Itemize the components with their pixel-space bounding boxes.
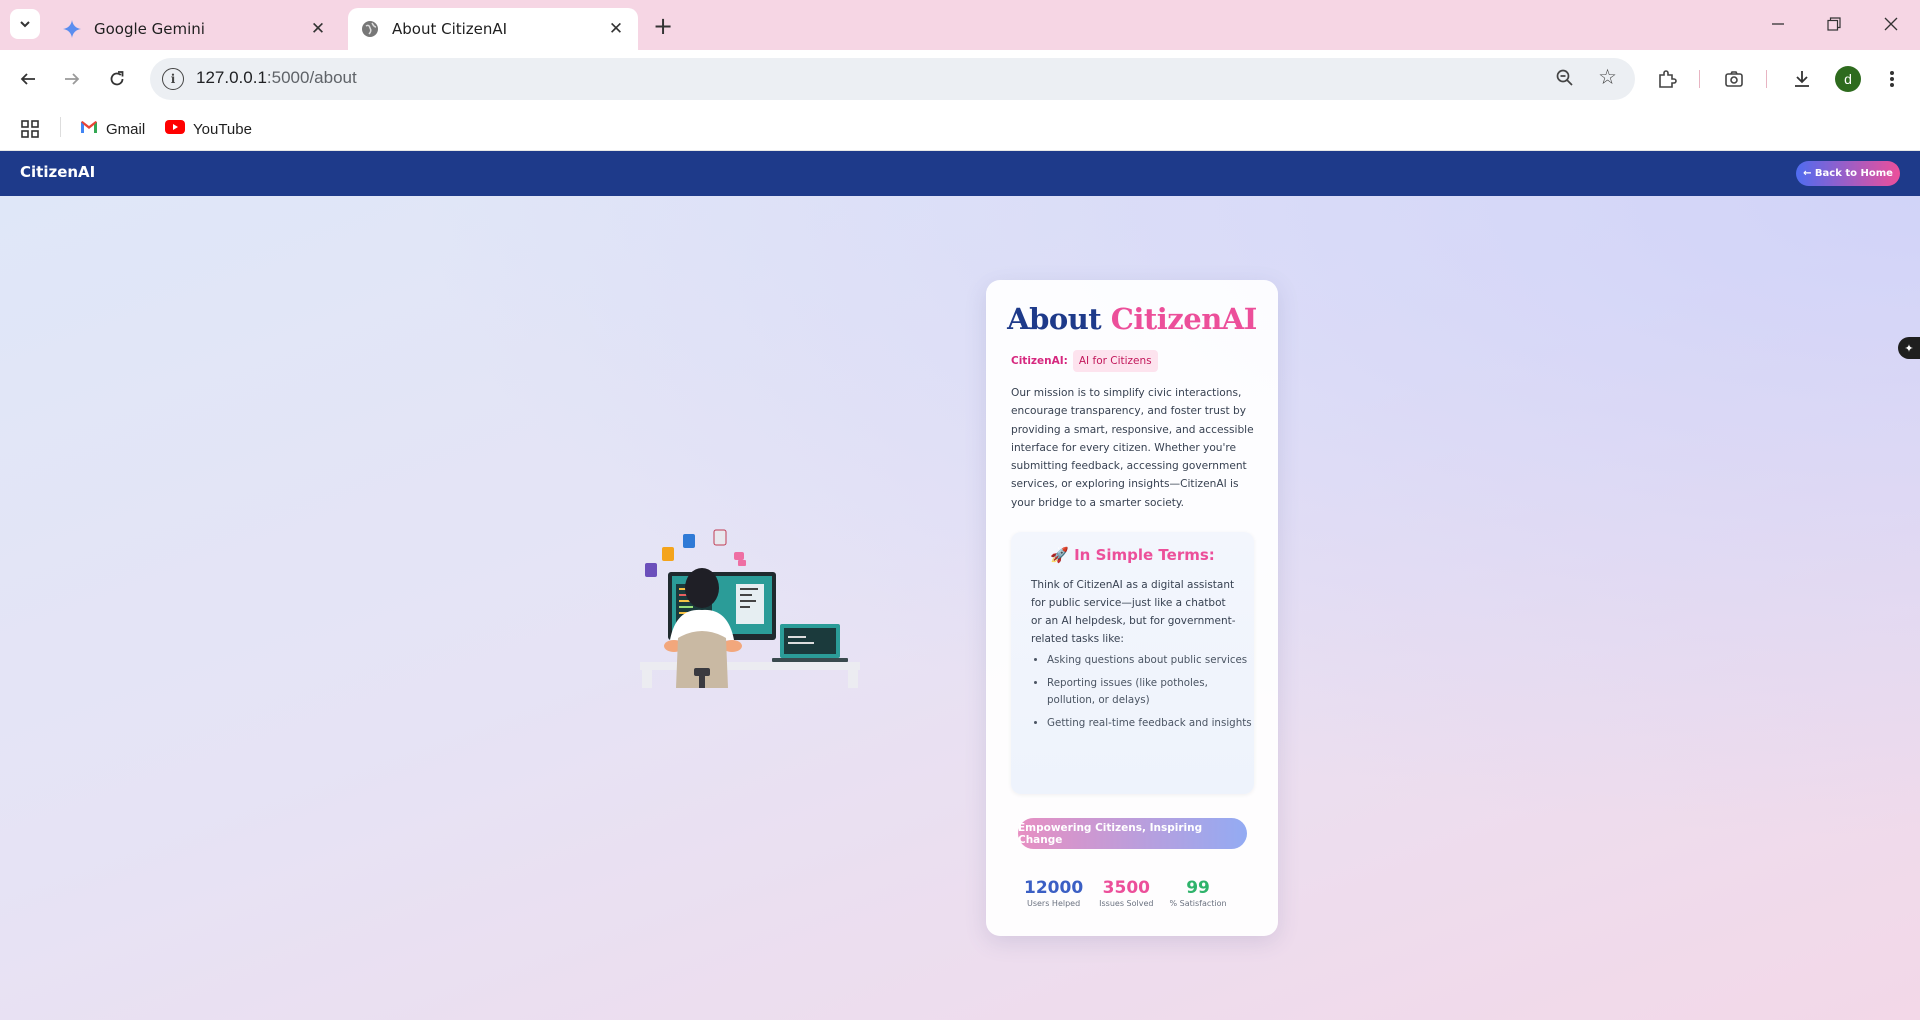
sparkle-icon[interactable]: ✦ — [1898, 337, 1920, 359]
tag-chip: AI for Citizens — [1072, 350, 1158, 372]
toolbar-separator — [1766, 70, 1767, 88]
stat-label: Issues Solved — [1099, 899, 1154, 908]
close-window-icon[interactable] — [1876, 12, 1906, 36]
tab-title: Google Gemini — [94, 20, 205, 38]
tab-google-gemini[interactable]: Google Gemini ✕ — [50, 8, 340, 50]
tag-row: CitizenAI: AI for Citizens — [1011, 350, 1158, 372]
download-icon[interactable] — [1786, 63, 1818, 95]
list-item: Getting real-time feedback and insights — [1047, 715, 1257, 732]
developer-illustration — [640, 528, 860, 688]
restore-icon[interactable] — [1819, 12, 1849, 36]
list-item: Asking questions about public services — [1047, 652, 1257, 669]
bookmark-star-icon[interactable]: ☆ — [1598, 65, 1617, 89]
bookmark-separator — [60, 117, 61, 137]
simple-terms-list: Asking questions about public services R… — [1031, 652, 1257, 738]
page-background — [0, 196, 1920, 1020]
site-navbar — [0, 151, 1920, 196]
stat-satisfaction: 99 % Satisfaction — [1169, 878, 1226, 908]
stat-issues-solved: 3500 Issues Solved — [1099, 878, 1153, 908]
stats-row: 12000 Users Helped 3500 Issues Solved 99… — [1024, 878, 1243, 908]
simple-terms-text: Think of CitizenAI as a digital assistan… — [1031, 579, 1236, 645]
extensions-icon[interactable] — [1651, 63, 1683, 95]
profile-avatar[interactable]: d — [1835, 66, 1861, 92]
address-bar[interactable]: i 127.0.0.1:5000/about ☆ — [150, 58, 1635, 100]
brand-logo-text[interactable]: CitizenAI — [20, 163, 95, 181]
reload-icon[interactable] — [101, 63, 133, 95]
close-tab-icon[interactable]: ✕ — [604, 17, 628, 41]
new-tab-button[interactable]: + — [650, 12, 676, 40]
about-card: About CitizenAI CitizenAI: AI for Citize… — [986, 280, 1278, 936]
site-info-icon[interactable]: i — [162, 68, 184, 90]
simple-terms-box: 🚀 In Simple Terms: Think of CitizenAI as… — [1011, 532, 1254, 794]
stat-label: Users Helped — [1026, 899, 1081, 908]
tab-about-citizenai[interactable]: About CitizenAI ✕ — [348, 8, 638, 50]
minimize-icon[interactable] — [1763, 12, 1793, 36]
apps-grid-icon[interactable] — [20, 114, 40, 144]
zoom-icon[interactable] — [1555, 68, 1577, 90]
toolbar-separator — [1699, 70, 1700, 88]
tab-search-button[interactable] — [10, 9, 40, 39]
bookmark-gmail[interactable]: Gmail — [80, 114, 145, 144]
url-text[interactable]: 127.0.0.1:5000/about — [196, 68, 357, 88]
back-arrow-icon[interactable] — [12, 63, 44, 95]
stat-value: 12000 — [1024, 878, 1084, 898]
close-tab-icon[interactable]: ✕ — [306, 17, 330, 41]
page-title: About CitizenAI — [1007, 302, 1257, 336]
stat-label: % Satisfaction — [1169, 899, 1227, 908]
mission-text: Our mission is to simplify civic interac… — [1011, 387, 1254, 509]
screenshot-icon[interactable] — [1718, 63, 1750, 95]
tab-title: About CitizenAI — [392, 20, 508, 38]
simple-terms-heading: 🚀 In Simple Terms: — [1050, 546, 1215, 564]
empowering-citizens-button[interactable]: Empowering Citizens, Inspiring Change — [1018, 818, 1247, 849]
stat-value: 99 — [1186, 878, 1210, 898]
forward-arrow-icon[interactable] — [56, 63, 88, 95]
more-menu-icon[interactable] — [1876, 63, 1908, 95]
stat-value: 3500 — [1102, 878, 1150, 898]
bookmark-youtube[interactable]: YouTube — [165, 114, 252, 144]
chevron-down-icon — [20, 21, 30, 28]
list-item: Reporting issues (like potholes, polluti… — [1047, 675, 1257, 709]
back-to-home-button[interactable]: ← Back to Home — [1796, 161, 1900, 186]
stat-users-helped: 12000 Users Helped — [1024, 878, 1083, 908]
gmail-icon — [80, 120, 98, 138]
gemini-icon — [62, 19, 82, 39]
bookmarks-bar — [0, 108, 1920, 151]
globe-icon — [360, 19, 380, 39]
youtube-icon — [165, 120, 185, 138]
tag-label: CitizenAI: — [1011, 355, 1068, 367]
